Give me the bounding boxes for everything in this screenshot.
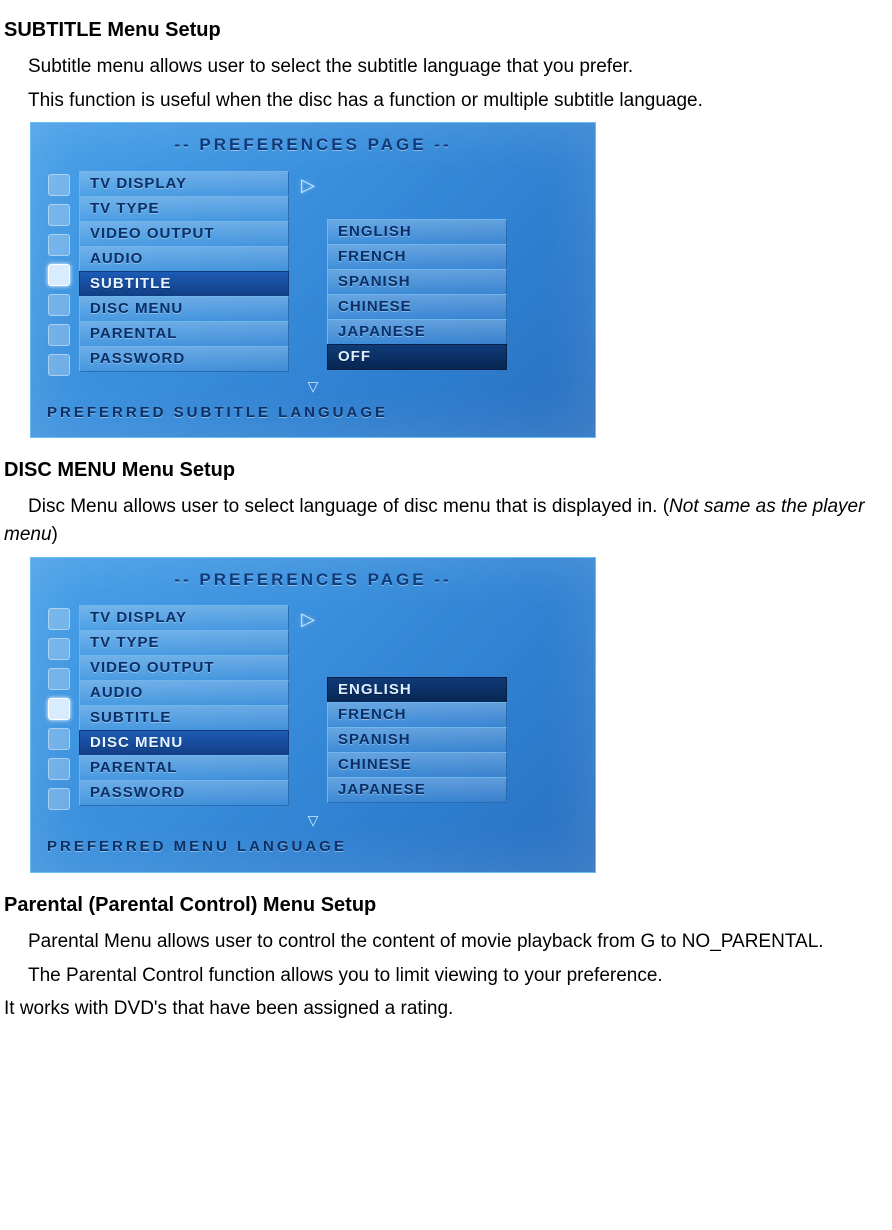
option-item-french[interactable]: FRENCH (327, 244, 507, 270)
menu-item-tv-display[interactable]: TV DISPLAY (79, 171, 289, 197)
option-item-japanese[interactable]: JAPANESE (327, 319, 507, 345)
option-item-chinese[interactable]: CHINESE (327, 752, 507, 778)
menu-item-tv-type[interactable]: TV TYPE (79, 196, 289, 222)
category-icon[interactable] (48, 234, 70, 256)
paragraph: The Parental Control function allows you… (4, 962, 888, 990)
osd-icon-column (47, 172, 71, 376)
osd-title: -- PREFERENCES PAGE -- (47, 133, 579, 158)
menu-item-subtitle[interactable]: SUBTITLE (79, 705, 289, 731)
category-icon[interactable] (48, 788, 70, 810)
category-icon[interactable] (48, 638, 70, 660)
option-item-chinese[interactable]: CHINESE (327, 294, 507, 320)
option-item-off[interactable]: OFF (327, 344, 507, 370)
category-icon[interactable] (48, 728, 70, 750)
category-icon[interactable] (48, 204, 70, 226)
option-item-english[interactable]: ENGLISH (327, 677, 507, 703)
heading-discmenu-setup: DISC MENU Menu Setup (4, 456, 888, 485)
category-icon[interactable] (48, 174, 70, 196)
menu-item-tv-display[interactable]: TV DISPLAY (79, 605, 289, 631)
heading-subtitle-setup: SUBTITLE Menu Setup (4, 16, 888, 45)
osd-footer: PREFERRED MENU LANGUAGE (47, 836, 579, 858)
osd-icon-column (47, 606, 71, 810)
option-item-french[interactable]: FRENCH (327, 702, 507, 728)
option-item-spanish[interactable]: SPANISH (327, 269, 507, 295)
category-icon[interactable] (48, 668, 70, 690)
category-icon[interactable] (48, 354, 70, 376)
menu-item-password[interactable]: PASSWORD (79, 780, 289, 806)
osd-footer: PREFERRED SUBTITLE LANGUAGE (47, 402, 579, 424)
osd-preferences-subtitle: -- PREFERENCES PAGE -- TV DISPLAYTV TYPE… (30, 122, 596, 438)
category-icon[interactable] (48, 608, 70, 630)
menu-item-subtitle[interactable]: SUBTITLE (79, 271, 289, 297)
osd-preferences-discmenu: -- PREFERENCES PAGE -- TV DISPLAYTV TYPE… (30, 557, 596, 873)
menu-item-parental[interactable]: PARENTAL (79, 755, 289, 781)
menu-item-tv-type[interactable]: TV TYPE (79, 630, 289, 656)
text: Disc Menu allows user to select language… (28, 496, 669, 517)
menu-item-audio[interactable]: AUDIO (79, 246, 289, 272)
paragraph: Disc Menu allows user to select language… (4, 493, 888, 548)
chevron-down-icon: ▽ (47, 376, 579, 392)
category-icon[interactable] (48, 758, 70, 780)
text: ) (52, 524, 58, 545)
option-item-english[interactable]: ENGLISH (327, 219, 507, 245)
menu-item-disc-menu[interactable]: DISC MENU (79, 730, 289, 756)
menu-item-disc-menu[interactable]: DISC MENU (79, 296, 289, 322)
paragraph: It works with DVD's that have been assig… (4, 995, 888, 1023)
chevron-down-icon: ▽ (47, 810, 579, 826)
menu-item-password[interactable]: PASSWORD (79, 346, 289, 372)
menu-item-audio[interactable]: AUDIO (79, 680, 289, 706)
category-icon[interactable] (48, 294, 70, 316)
category-icon-selected[interactable] (48, 698, 70, 720)
paragraph: This function is useful when the disc ha… (4, 87, 888, 115)
menu-item-video-output[interactable]: VIDEO OUTPUT (79, 655, 289, 681)
category-icon[interactable] (48, 324, 70, 346)
menu-item-video-output[interactable]: VIDEO OUTPUT (79, 221, 289, 247)
paragraph: Parental Menu allows user to control the… (4, 928, 888, 956)
paragraph: Subtitle menu allows user to select the … (4, 53, 888, 81)
heading-parental-setup: Parental (Parental Control) Menu Setup (4, 891, 888, 920)
chevron-right-icon: ▷ (301, 606, 315, 632)
chevron-right-icon: ▷ (301, 172, 315, 198)
option-item-japanese[interactable]: JAPANESE (327, 777, 507, 803)
category-icon-selected[interactable] (48, 264, 70, 286)
menu-item-parental[interactable]: PARENTAL (79, 321, 289, 347)
option-item-spanish[interactable]: SPANISH (327, 727, 507, 753)
osd-title: -- PREFERENCES PAGE -- (47, 568, 579, 593)
